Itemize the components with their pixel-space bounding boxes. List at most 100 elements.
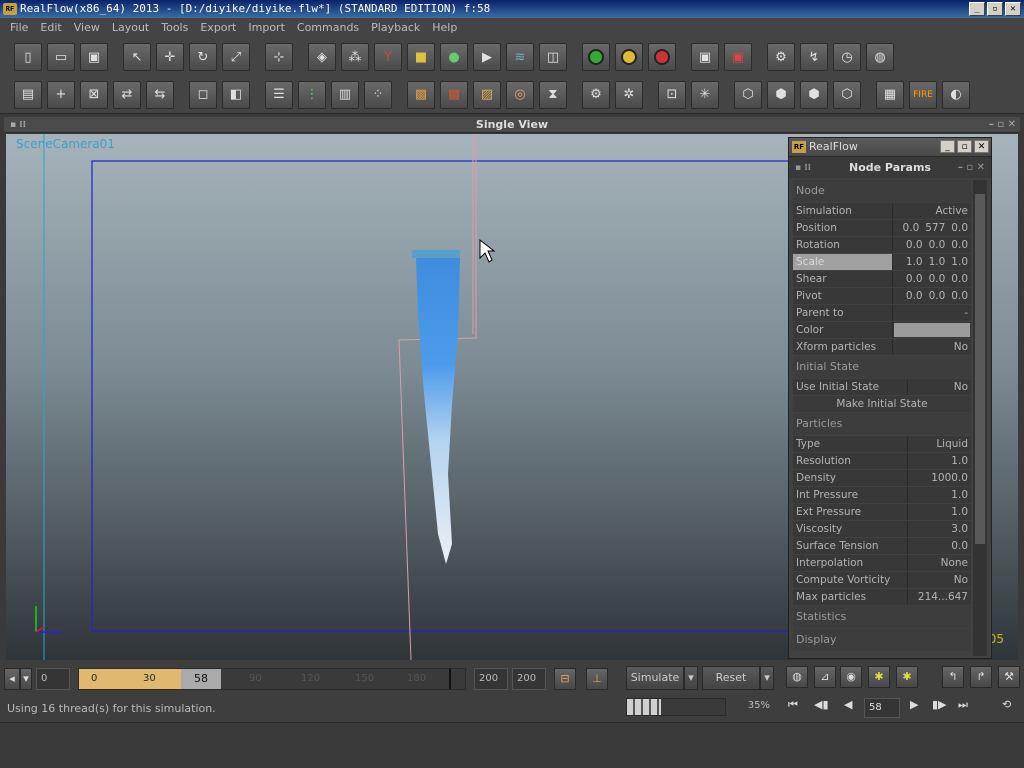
fire-icon[interactable]: FIRE bbox=[909, 80, 937, 109]
section-node[interactable]: Node bbox=[793, 180, 971, 202]
export-icon[interactable]: ▣ bbox=[724, 43, 752, 71]
param-value[interactable]: - bbox=[893, 305, 971, 321]
yellow-light-icon[interactable] bbox=[615, 43, 643, 71]
param-row-type[interactable]: Type Liquid bbox=[793, 436, 971, 452]
param-value[interactable]: 1.0 bbox=[908, 453, 971, 469]
reset-button[interactable]: Reset bbox=[702, 666, 760, 690]
param-row-resolution[interactable]: Resolution 1.0 bbox=[793, 453, 971, 469]
mesh-icon[interactable]: ● bbox=[440, 43, 468, 71]
current-frame-field[interactable]: 58 bbox=[864, 698, 900, 718]
notes-icon[interactable]: ☰ bbox=[265, 80, 293, 109]
step-forward-icon[interactable]: ↱ bbox=[970, 666, 992, 688]
menu-export[interactable]: Export bbox=[194, 18, 242, 38]
wire-cube-icon[interactable]: ⬡ bbox=[734, 80, 762, 109]
param-row-shear[interactable]: Shear 0.0 0.0 0.0 bbox=[793, 271, 971, 287]
timeline-menu-icon[interactable]: ◂ bbox=[4, 668, 20, 690]
solid-cube-icon[interactable]: ⬢ bbox=[767, 80, 795, 109]
param-value[interactable]: 0.0 0.0 0.0 bbox=[893, 271, 971, 287]
param-row-surface-tension[interactable]: Surface Tension 0.0 bbox=[793, 538, 971, 554]
scale-icon[interactable]: ⤢ bbox=[222, 43, 250, 71]
param-value[interactable]: None bbox=[908, 555, 971, 571]
param-row-scale[interactable]: Scale 1.0 1.0 1.0 bbox=[793, 254, 971, 270]
texture-icon[interactable]: ▩ bbox=[407, 80, 435, 109]
select-icon[interactable]: ↖ bbox=[123, 43, 151, 71]
param-value[interactable]: 1.0 bbox=[908, 487, 971, 503]
param-row-interpolation[interactable]: Interpolation None bbox=[793, 555, 971, 571]
param-row-max-particles[interactable]: Max particles 214...647 bbox=[793, 589, 971, 605]
wire-globe-icon[interactable]: ◍ bbox=[786, 666, 808, 688]
param-value[interactable]: 0.0 577 0.0 bbox=[893, 220, 971, 236]
save-icon[interactable]: ▣ bbox=[80, 43, 108, 71]
param-row-pivot[interactable]: Pivot 0.0 0.0 0.0 bbox=[793, 288, 971, 304]
timeline-dropdown-icon[interactable]: ▾ bbox=[20, 668, 32, 690]
close-button[interactable]: ✕ bbox=[1005, 2, 1021, 16]
menu-commands[interactable]: Commands bbox=[291, 18, 365, 38]
current-frame-marker[interactable]: 58 bbox=[181, 669, 221, 689]
gear-icon[interactable]: ⚙ bbox=[582, 80, 610, 109]
param-value[interactable]: 0.0 0.0 0.0 bbox=[893, 288, 971, 304]
particles-on-icon[interactable]: ✱ bbox=[868, 666, 890, 688]
param-row-compute-vorticity[interactable]: Compute Vorticity No bbox=[793, 572, 971, 588]
param-row-int-pressure[interactable]: Int Pressure 1.0 bbox=[793, 487, 971, 503]
green-light-icon[interactable] bbox=[582, 43, 610, 71]
keyframe-icon[interactable]: ⊟ bbox=[554, 668, 576, 690]
burst-icon[interactable]: ✳ bbox=[691, 80, 719, 109]
axis-icon[interactable]: ⊹ bbox=[265, 43, 293, 71]
param-value[interactable]: 214...647 bbox=[908, 589, 971, 605]
menu-edit[interactable]: Edit bbox=[34, 18, 67, 38]
section-initial-state[interactable]: Initial State bbox=[793, 356, 971, 378]
graph-icon[interactable]: ⋮ bbox=[298, 80, 326, 109]
dots-icon[interactable]: ⁘ bbox=[364, 80, 392, 109]
textured-cube-icon[interactable]: ⬡ bbox=[833, 80, 861, 109]
menu-layout[interactable]: Layout bbox=[106, 18, 155, 38]
param-row-density[interactable]: Density 1000.0 bbox=[793, 470, 971, 486]
param-row-xform-particles[interactable]: Xform particles No bbox=[793, 339, 971, 355]
param-value[interactable]: 0.0 bbox=[908, 538, 971, 554]
wrench-icon[interactable]: ⚒ bbox=[998, 666, 1020, 688]
param-value[interactable]: No bbox=[908, 572, 971, 588]
panel-maximize-button[interactable]: ▫ bbox=[957, 140, 972, 153]
object-icon[interactable]: ◈ bbox=[308, 43, 336, 71]
max-frame-field[interactable]: 200 bbox=[512, 668, 546, 690]
menu-playback[interactable]: Playback bbox=[365, 18, 426, 38]
rotate-icon[interactable]: ↻ bbox=[189, 43, 217, 71]
sparkle-icon[interactable]: ✲ bbox=[615, 80, 643, 109]
param-value[interactable]: 3.0 bbox=[908, 521, 971, 537]
end-frame-field[interactable]: 200 bbox=[474, 668, 508, 690]
timeline-track[interactable]: 0 30 58 90 120 150 180 bbox=[78, 668, 466, 690]
param-row-viscosity[interactable]: Viscosity 3.0 bbox=[793, 521, 971, 537]
panel-close-button[interactable]: ✕ bbox=[974, 140, 989, 153]
minimize-button[interactable]: _ bbox=[969, 2, 985, 16]
cube-icon[interactable]: ■ bbox=[407, 43, 435, 71]
color-swatch[interactable] bbox=[894, 323, 970, 337]
box-split-icon[interactable]: ◧ bbox=[222, 80, 250, 109]
play-forward-icon[interactable]: ▶ bbox=[910, 698, 918, 711]
hourglass-icon[interactable]: ⧗ bbox=[539, 80, 567, 109]
panel-minimize-button[interactable]: _ bbox=[940, 140, 955, 153]
layer-icon[interactable]: ▤ bbox=[14, 80, 42, 109]
simulate-button[interactable]: Simulate bbox=[626, 666, 684, 690]
reset-dropdown-icon[interactable]: ▾ bbox=[760, 666, 774, 690]
maximize-button[interactable]: ▫ bbox=[987, 2, 1003, 16]
remove-icon[interactable]: ⊠ bbox=[80, 80, 108, 109]
params-scrollbar[interactable] bbox=[973, 180, 987, 656]
panel-header-controls-icon[interactable]: – ▫ ✕ bbox=[958, 157, 985, 179]
loop-icon[interactable]: ⟲ bbox=[1002, 698, 1011, 711]
param-value[interactable]: 1000.0 bbox=[908, 470, 971, 486]
menu-view[interactable]: View bbox=[68, 18, 106, 38]
camera-icon[interactable]: ▶ bbox=[473, 43, 501, 71]
frame-icon[interactable]: ⊡ bbox=[658, 80, 686, 109]
batch-icon[interactable]: ⚙ bbox=[767, 43, 795, 71]
emitter-icon[interactable]: ⁂ bbox=[341, 43, 369, 71]
ruler-icon[interactable]: ▥ bbox=[331, 80, 359, 109]
save-state-icon[interactable]: ▣ bbox=[691, 43, 719, 71]
render-icon[interactable]: ▦ bbox=[876, 80, 904, 109]
menu-help[interactable]: Help bbox=[426, 18, 463, 38]
viewport-window-controls-icon[interactable]: – ▫ ✕ bbox=[989, 117, 1016, 133]
light-icon[interactable]: ◐ bbox=[942, 80, 970, 109]
globe-icon[interactable]: ◍ bbox=[866, 43, 894, 71]
section-statistics[interactable]: Statistics bbox=[793, 606, 971, 628]
param-value[interactable]: Liquid bbox=[908, 436, 971, 452]
move-icon[interactable]: ✛ bbox=[156, 43, 184, 71]
param-row-ext-pressure[interactable]: Ext Pressure 1.0 bbox=[793, 504, 971, 520]
